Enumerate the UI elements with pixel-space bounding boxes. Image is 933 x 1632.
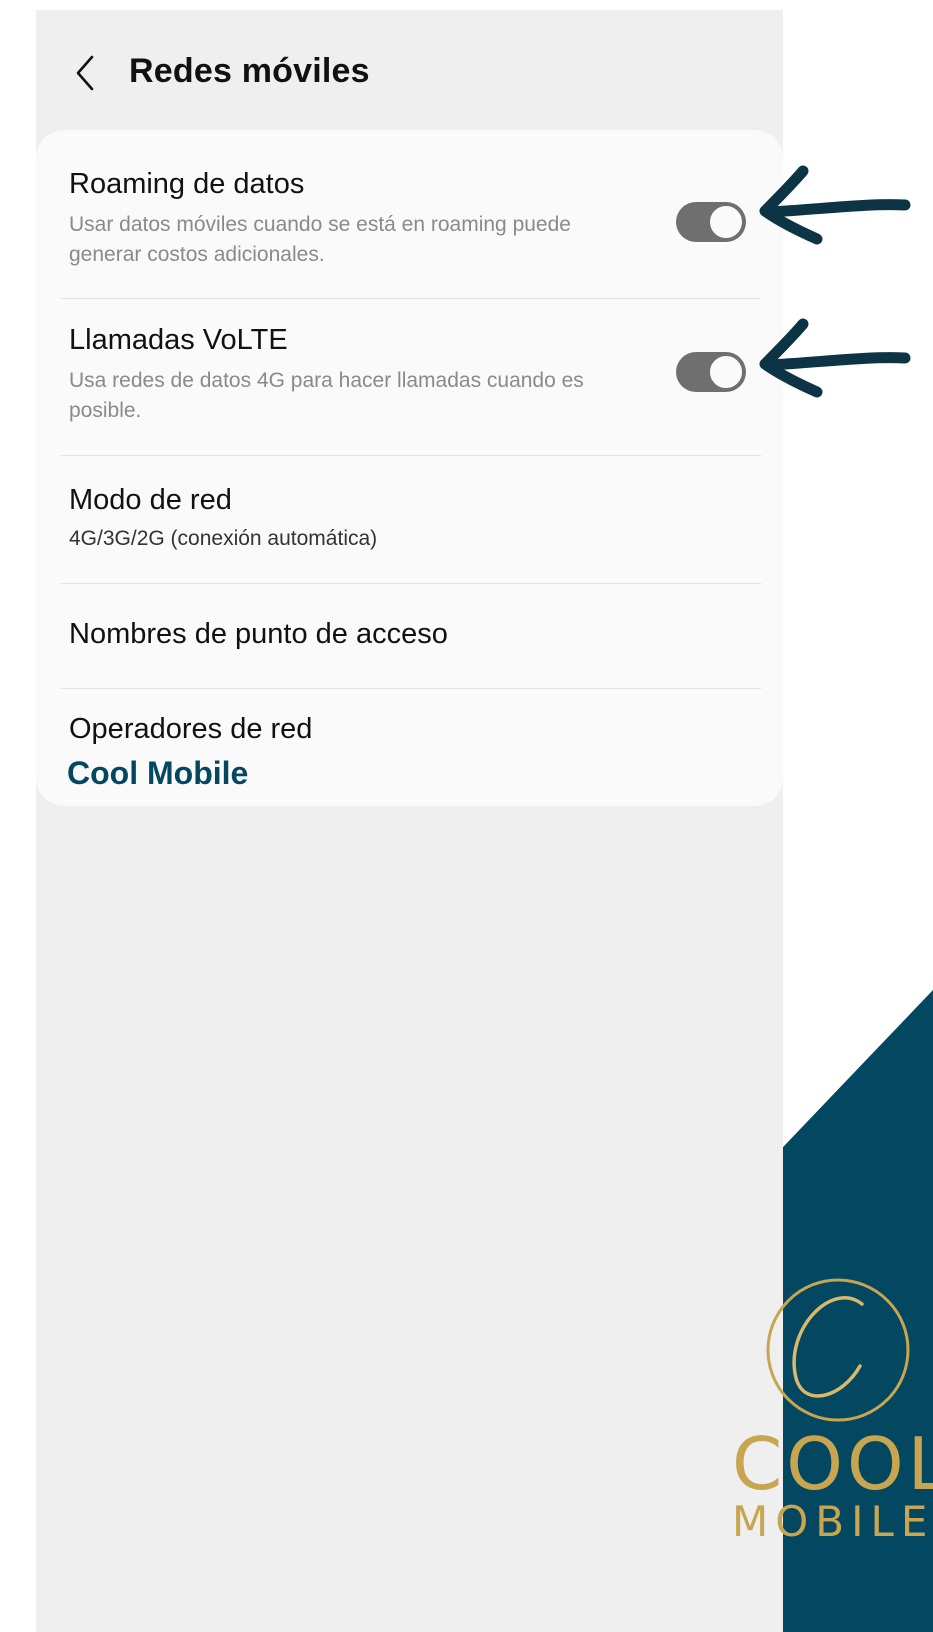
setting-value: 4G/3G/2G (conexión automática) [69,527,378,550]
toggle-knob [707,353,745,391]
setting-title: Roaming de datos [69,168,305,200]
setting-roaming[interactable]: Roaming de datos Usar datos móviles cuan… [36,150,783,300]
back-chevron-icon [76,55,94,91]
logo-emblem-icon [766,1278,910,1422]
setting-network-mode[interactable]: Modo de red 4G/3G/2G (conexión automátic… [36,456,783,586]
phone-screen: Redes móviles Roaming de datos Usar dato… [36,10,783,1632]
setting-title: Modo de red [69,484,232,516]
page-title: Redes móviles [129,52,370,90]
setting-volte[interactable]: Llamadas VoLTE Usa redes de datos 4G par… [36,300,783,455]
setting-network-operators[interactable]: Operadores de red Cool Mobile [36,689,783,806]
arrow-left-icon [759,318,911,398]
cool-mobile-logo: COOL MOBILE [722,1270,933,1540]
logo-text-mobile: MOBILE [732,1497,933,1541]
setting-description: Usa redes de datos 4G para hacer llamada… [69,369,584,422]
divider [61,298,761,299]
settings-list: Roaming de datos Usar datos móviles cuan… [36,130,783,806]
setting-description: Usar datos móviles cuando se está en roa… [69,213,571,266]
setting-title: Operadores de red [69,713,313,745]
volte-toggle[interactable] [676,352,746,392]
setting-apn[interactable]: Nombres de punto de acceso [36,584,783,688]
logo-text-cool: COOL [732,1422,933,1506]
setting-title: Nombres de punto de acceso [69,618,448,650]
back-button[interactable] [66,48,106,98]
arrow-left-icon [759,165,911,245]
setting-title: Llamadas VoLTE [69,324,288,356]
top-app-bar: Redes móviles [36,10,783,130]
operator-name: Cool Mobile [67,755,249,791]
roaming-toggle[interactable] [676,202,746,242]
toggle-knob [707,203,745,241]
